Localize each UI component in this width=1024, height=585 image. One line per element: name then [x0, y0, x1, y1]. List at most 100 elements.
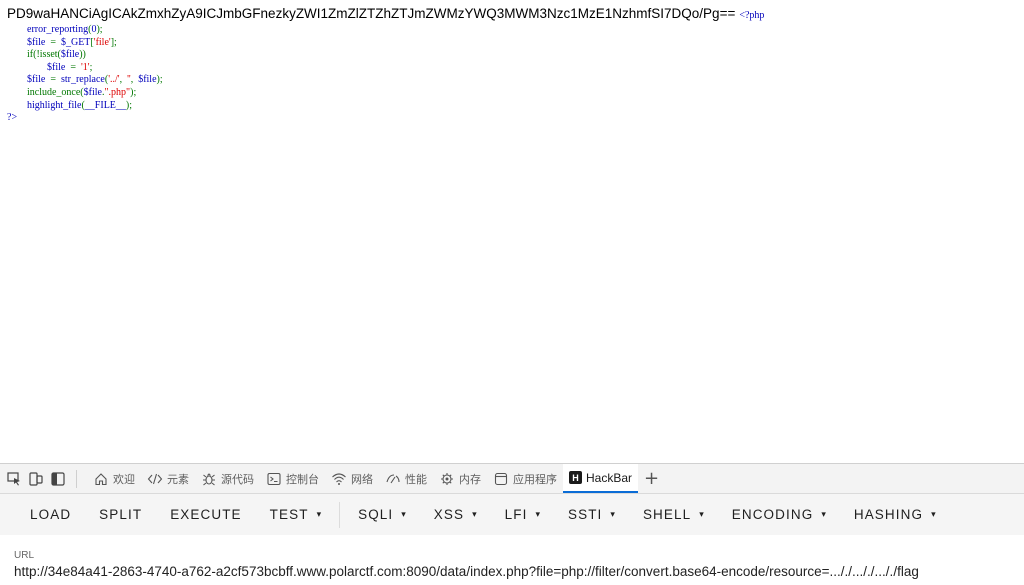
add-tab-button[interactable]: + [638, 468, 665, 489]
code-token: if(!isset( [27, 49, 61, 61]
chevron-down-icon: ▾ [316, 509, 322, 519]
split-label: SPLIT [99, 507, 143, 522]
code-line: error_reporting(0); [7, 24, 1017, 37]
url-input[interactable]: http://34e84a41-2863-4740-a762-a2cf573bc… [14, 563, 1022, 581]
browser-viewport: PD9waHANCiAgICAkZmxhZyA9ICJmbGFnezkyZWI1… [0, 0, 1024, 585]
load-button[interactable]: LOAD [16, 494, 85, 535]
tab-sources-label: 源代码 [221, 472, 254, 486]
tab-hackbar-label: HackBar [586, 470, 633, 485]
tab-network-label: 网络 [351, 472, 373, 486]
hackbar-toolbar: LOAD SPLIT EXECUTE TEST ▾ SQLI ▾ XSS ▾ LFI ▾ SSTI ▾ S… [0, 494, 1024, 535]
execute-button[interactable]: EXECUTE [156, 494, 255, 535]
url-area: URL http://34e84a41-2863-4740-a762-a2cf5… [0, 535, 1024, 585]
code-token: $file [60, 49, 80, 61]
chevron-down-icon: ▾ [931, 509, 936, 519]
code-token: '1' [80, 61, 90, 73]
split-button[interactable]: SPLIT [85, 494, 156, 535]
code-token: __FILE__ [84, 99, 126, 111]
php-close-line: ?> [7, 112, 1017, 125]
code-token: ); [130, 86, 137, 98]
tab-hackbar[interactable]: H HackBar [563, 464, 639, 493]
tab-elements[interactable]: 元素 [141, 464, 195, 493]
toolbar-separator [76, 469, 77, 488]
code-token: str_replace [60, 74, 105, 86]
code-token: error_reporting [27, 24, 89, 35]
chevron-down-icon: ▾ [401, 509, 406, 519]
code-brackets-icon [147, 471, 163, 487]
code-token: $_GET [60, 36, 91, 48]
code-token: $file [138, 74, 157, 86]
code-token: )) [79, 49, 86, 61]
xss-button[interactable]: XSS ▾ [420, 494, 491, 535]
code-token: = [65, 61, 81, 73]
tab-sources[interactable]: 源代码 [195, 464, 260, 493]
hashing-label: HASHING [853, 507, 924, 522]
sqli-label: SQLI [358, 507, 394, 522]
code-token: $file [27, 36, 46, 48]
test-button[interactable]: TEST ▾ [256, 494, 335, 535]
code-token: ); [96, 24, 103, 35]
chip-icon [439, 471, 455, 487]
code-token: $file [27, 74, 46, 86]
code-token: ); [156, 74, 163, 86]
code-line: $file = str_replace('../', '', $file); [7, 74, 1017, 87]
test-label: TEST [269, 507, 309, 522]
toolbar-divider [339, 501, 341, 528]
device-emulation-icon[interactable] [28, 471, 44, 487]
hashing-button[interactable]: HASHING ▾ [840, 494, 950, 535]
tab-console[interactable]: 控制台 [260, 464, 325, 493]
gauge-icon [385, 471, 401, 487]
shell-label: SHELL [642, 507, 692, 522]
code-line: $file = '1'; [7, 62, 1017, 75]
base64-output-line: PD9waHANCiAgICAkZmxhZyA9ICJmbGFnezkyZWI1… [7, 6, 1017, 24]
code-token: , [119, 74, 128, 86]
tab-network[interactable]: 网络 [325, 464, 379, 493]
tab-application-label: 应用程序 [513, 472, 557, 486]
code-token: include_once( [27, 86, 84, 98]
sqli-button[interactable]: SQLI ▾ [344, 494, 420, 535]
tab-console-label: 控制台 [286, 472, 319, 486]
chevron-down-icon: ▾ [535, 509, 540, 519]
devtools-tabs: 欢迎 元素 源代码 控制台 网络 性能 内存 应用程序 [87, 464, 563, 493]
code-line: $file = $_GET['file']; [7, 37, 1017, 50]
tab-elements-label: 元素 [167, 472, 189, 486]
lfi-label: LFI [504, 507, 528, 522]
code-line: include_once($file.".php"); [7, 87, 1017, 100]
xss-label: XSS [433, 507, 465, 522]
code-token: highlight_file [27, 99, 82, 111]
hackbar-logo: H [569, 471, 582, 484]
chevron-down-icon: ▾ [821, 509, 826, 519]
code-token: $file [47, 61, 66, 73]
lfi-button[interactable]: LFI ▾ [491, 494, 554, 535]
load-label: LOAD [30, 507, 72, 522]
tab-welcome[interactable]: 欢迎 [87, 464, 141, 493]
tab-performance[interactable]: 性能 [379, 464, 433, 493]
code-token: '../' [108, 74, 120, 86]
devtools-left-controls [0, 469, 87, 488]
base64-text: PD9waHANCiAgICAkZmxhZyA9ICJmbGFnezkyZWI1… [7, 6, 736, 21]
code-line: highlight_file(__FILE__); [7, 100, 1017, 113]
devtools-tab-bar: 欢迎 元素 源代码 控制台 网络 性能 内存 应用程序 H HackBar + [0, 464, 1024, 494]
php-open-tag: <?php [739, 10, 765, 21]
dock-side-icon[interactable] [50, 471, 66, 487]
tab-performance-label: 性能 [405, 472, 427, 486]
bug-icon [201, 471, 217, 487]
console-icon [266, 471, 282, 487]
code-token: ".php" [104, 86, 131, 98]
code-token: $file [83, 86, 102, 98]
shell-button[interactable]: SHELL ▾ [629, 494, 718, 535]
window-icon [493, 471, 509, 487]
tab-memory[interactable]: 内存 [433, 464, 487, 493]
chevron-down-icon: ▾ [472, 509, 477, 519]
ssti-button[interactable]: SSTI ▾ [554, 494, 629, 535]
encoding-button[interactable]: ENCODING ▾ [718, 494, 840, 535]
tab-application[interactable]: 应用程序 [487, 464, 563, 493]
inspect-element-icon[interactable] [6, 471, 22, 487]
